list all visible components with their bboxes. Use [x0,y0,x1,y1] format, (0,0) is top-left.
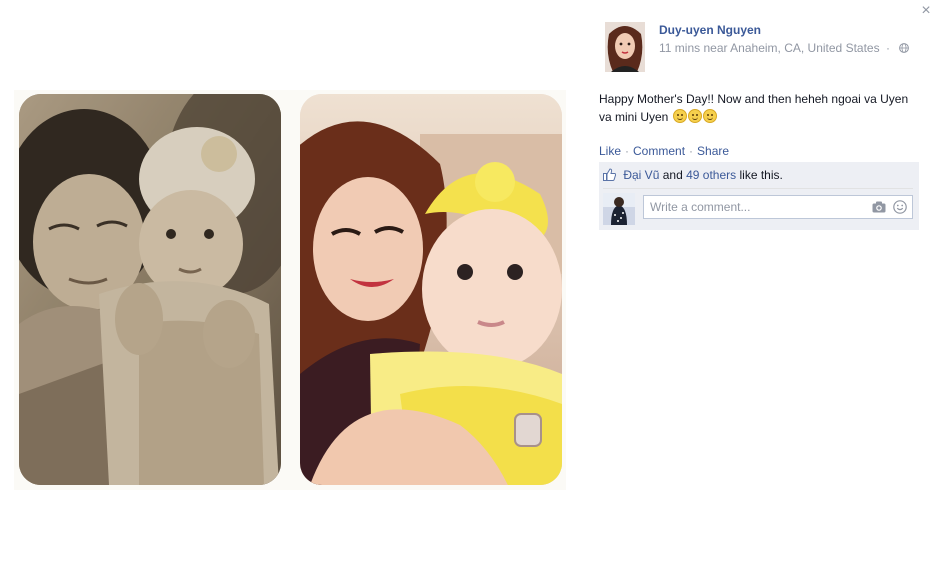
thumbs-up-icon [603,168,616,181]
feedback-box: Đại Vũ and 49 others like this. [599,162,919,230]
commenter-avatar-image [603,193,635,225]
photo-stage[interactable] [0,0,580,573]
share-link[interactable]: Share [697,144,729,158]
author-name[interactable]: Duy-uyen Nguyen [659,23,761,37]
smiley-emoji-icon [672,109,687,123]
meta-separator: · [885,41,890,55]
vintage-photo-image [19,94,281,485]
post-location[interactable]: near Anaheim, CA, United States [703,41,879,55]
author-avatar-image [605,22,645,72]
camera-icon[interactable] [872,201,886,213]
others-likes-link[interactable]: 49 others [686,168,736,182]
likes-suffix: like this. [739,168,783,182]
modern-photo-image [300,94,562,485]
photo-collage[interactable] [14,90,566,490]
smile-icon[interactable] [893,200,907,214]
action-separator: · [625,144,630,158]
globe-icon[interactable] [899,43,910,53]
post-time[interactable]: 11 mins [659,41,700,55]
likes-connector: and [662,168,683,182]
close-icon[interactable]: × [921,2,930,19]
liker-name-link[interactable]: Đại Vũ [623,168,659,182]
commenter-avatar[interactable] [603,193,635,225]
close-button[interactable]: × [918,2,934,20]
like-link[interactable]: Like [599,144,621,158]
comment-composer [603,188,913,225]
action-separator: · [689,144,694,158]
comment-input[interactable] [644,196,864,218]
comment-link[interactable]: Comment [633,144,685,158]
post-message: Happy Mother's Day!! Now and then heheh … [599,90,915,126]
smiley-emoji-icon [702,109,717,123]
post-message-text: Happy Mother's Day!! Now and then heheh … [599,92,909,124]
likes-summary: Đại Vũ and 49 others like this. [603,166,913,184]
author-avatar[interactable] [605,22,645,72]
modern-photo-panel [300,94,562,485]
post-meta: 11 mins near Anaheim, CA, United States … [659,41,910,55]
smiley-emoji-icon [687,109,702,123]
post-header: Duy-uyen Nguyen 11 mins near Anaheim, CA… [599,20,919,74]
post-details: Duy-uyen Nguyen 11 mins near Anaheim, CA… [599,20,919,230]
vintage-photo-panel [19,94,281,485]
comment-box[interactable] [643,195,913,219]
post-actions: Like · Comment · Share [599,144,919,158]
